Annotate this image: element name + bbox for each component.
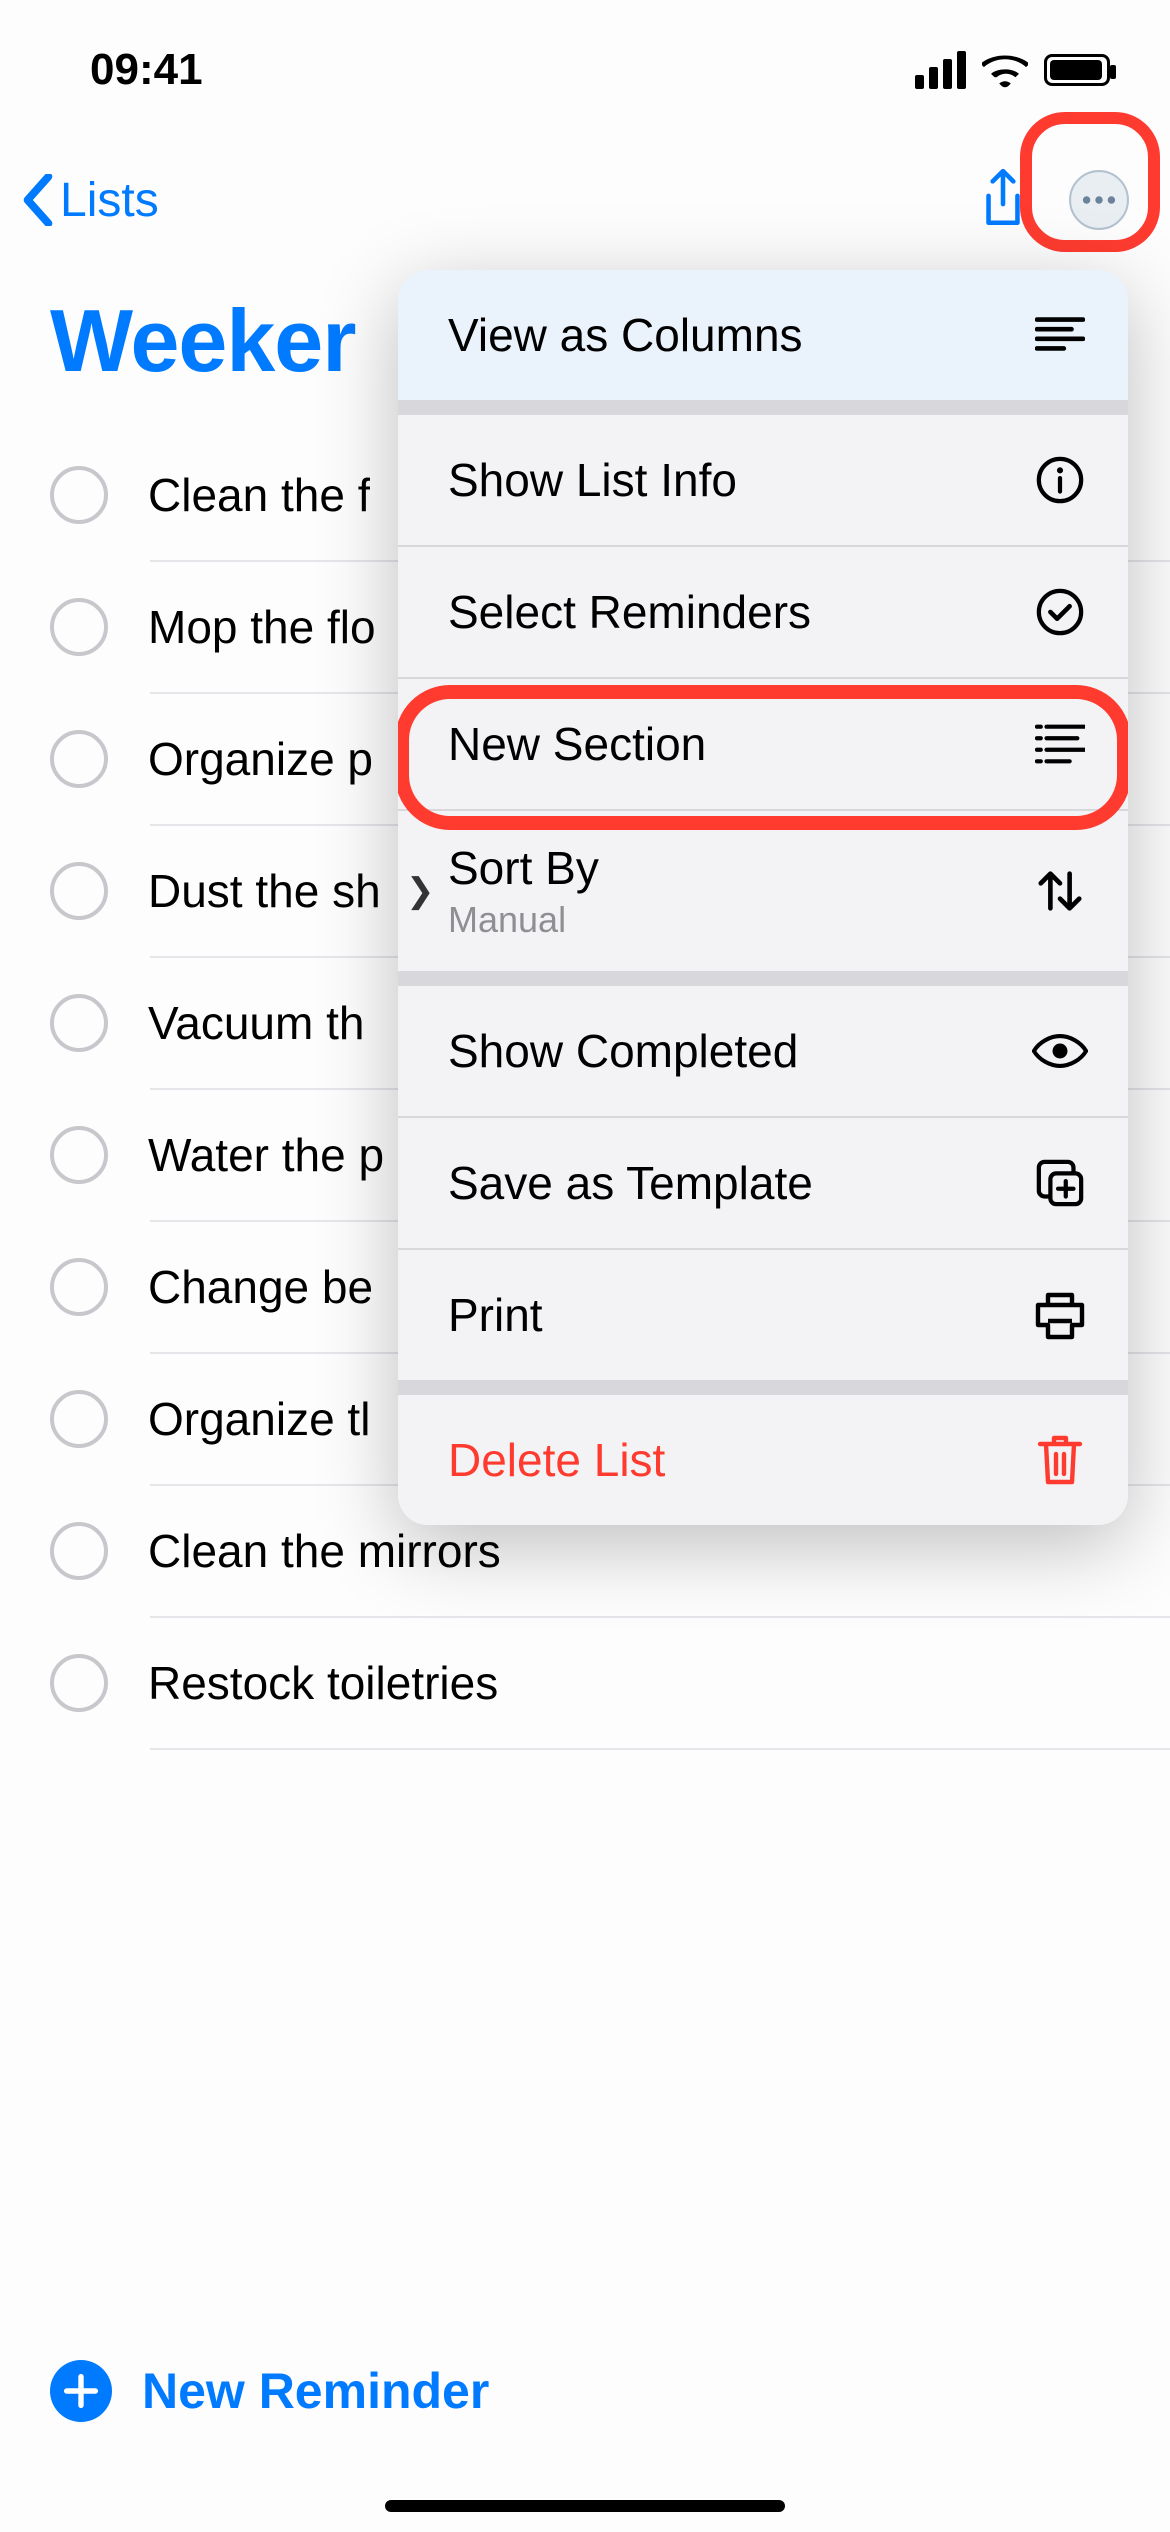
menu-label: Save as Template xyxy=(448,1156,813,1210)
reminder-label: Restock toiletries xyxy=(148,1656,498,1710)
menu-sort-by[interactable]: ❯ Sort By Manual xyxy=(398,811,1128,971)
reminder-label: Water the p xyxy=(148,1128,384,1182)
complete-circle-icon[interactable] xyxy=(50,994,108,1052)
columns-icon xyxy=(1032,307,1088,363)
trash-icon xyxy=(1032,1432,1088,1488)
menu-subtitle: Manual xyxy=(448,899,599,941)
list-title: Weeker xyxy=(50,290,355,392)
menu-print[interactable]: Print xyxy=(398,1250,1128,1380)
complete-circle-icon[interactable] xyxy=(50,598,108,656)
reminder-label: Mop the flo xyxy=(148,600,376,654)
status-time: 09:41 xyxy=(90,45,203,95)
reminder-label: Clean the f xyxy=(148,468,370,522)
menu-show-list-info[interactable]: Show List Info xyxy=(398,415,1128,545)
complete-circle-icon[interactable] xyxy=(50,1258,108,1316)
wifi-icon xyxy=(982,52,1028,88)
eye-icon xyxy=(1032,1023,1088,1079)
context-menu: View as Columns Show List Info Select Re… xyxy=(398,270,1128,1525)
menu-show-completed[interactable]: Show Completed xyxy=(398,986,1128,1116)
menu-new-section[interactable]: New Section xyxy=(398,679,1128,809)
reminder-row[interactable]: Restock toiletries xyxy=(0,1618,1170,1748)
cellular-signal-icon xyxy=(915,51,966,89)
new-reminder-label: New Reminder xyxy=(142,2362,489,2420)
complete-circle-icon[interactable] xyxy=(50,730,108,788)
reminder-label: Vacuum th xyxy=(148,996,364,1050)
complete-circle-icon[interactable] xyxy=(50,1126,108,1184)
battery-icon xyxy=(1044,54,1110,86)
status-indicators xyxy=(915,51,1110,89)
reminder-label: Organize tl xyxy=(148,1392,370,1446)
menu-label: Show Completed xyxy=(448,1024,798,1078)
plus-circle-icon xyxy=(50,2360,112,2422)
menu-label: Show List Info xyxy=(448,453,737,507)
complete-circle-icon[interactable] xyxy=(50,466,108,524)
info-icon xyxy=(1032,452,1088,508)
home-indicator[interactable] xyxy=(385,2500,785,2512)
reminder-label: Clean the mirrors xyxy=(148,1524,501,1578)
nav-bar: Lists xyxy=(0,160,1170,240)
sort-arrows-icon xyxy=(1032,863,1088,919)
reminder-label: Organize p xyxy=(148,732,373,786)
complete-circle-icon[interactable] xyxy=(50,862,108,920)
new-reminder-button[interactable]: New Reminder xyxy=(50,2360,489,2422)
menu-label: Delete List xyxy=(448,1433,665,1487)
menu-delete-list[interactable]: Delete List xyxy=(398,1395,1128,1525)
template-icon xyxy=(1032,1155,1088,1211)
menu-label: View as Columns xyxy=(448,308,803,362)
reminder-label: Change be xyxy=(148,1260,373,1314)
menu-label: Print xyxy=(448,1288,543,1342)
menu-label: Select Reminders xyxy=(448,585,811,639)
chevron-right-icon: ❯ xyxy=(406,871,435,911)
complete-circle-icon[interactable] xyxy=(50,1522,108,1580)
menu-label: Sort By xyxy=(448,841,599,895)
complete-circle-icon[interactable] xyxy=(50,1654,108,1712)
reminder-label: Dust the sh xyxy=(148,864,381,918)
menu-select-reminders[interactable]: Select Reminders xyxy=(398,547,1128,677)
menu-view-as-columns[interactable]: View as Columns xyxy=(398,270,1128,400)
annotation-highlight-more xyxy=(1020,112,1160,252)
chevron-left-icon xyxy=(20,174,56,226)
status-bar: 09:41 xyxy=(0,40,1170,100)
section-icon xyxy=(1032,716,1088,772)
back-label: Lists xyxy=(60,173,159,228)
checkmark-circle-icon xyxy=(1032,584,1088,640)
print-icon xyxy=(1032,1287,1088,1343)
menu-label: New Section xyxy=(448,717,706,771)
back-button[interactable]: Lists xyxy=(20,173,159,228)
complete-circle-icon[interactable] xyxy=(50,1390,108,1448)
menu-save-as-template[interactable]: Save as Template xyxy=(398,1118,1128,1248)
